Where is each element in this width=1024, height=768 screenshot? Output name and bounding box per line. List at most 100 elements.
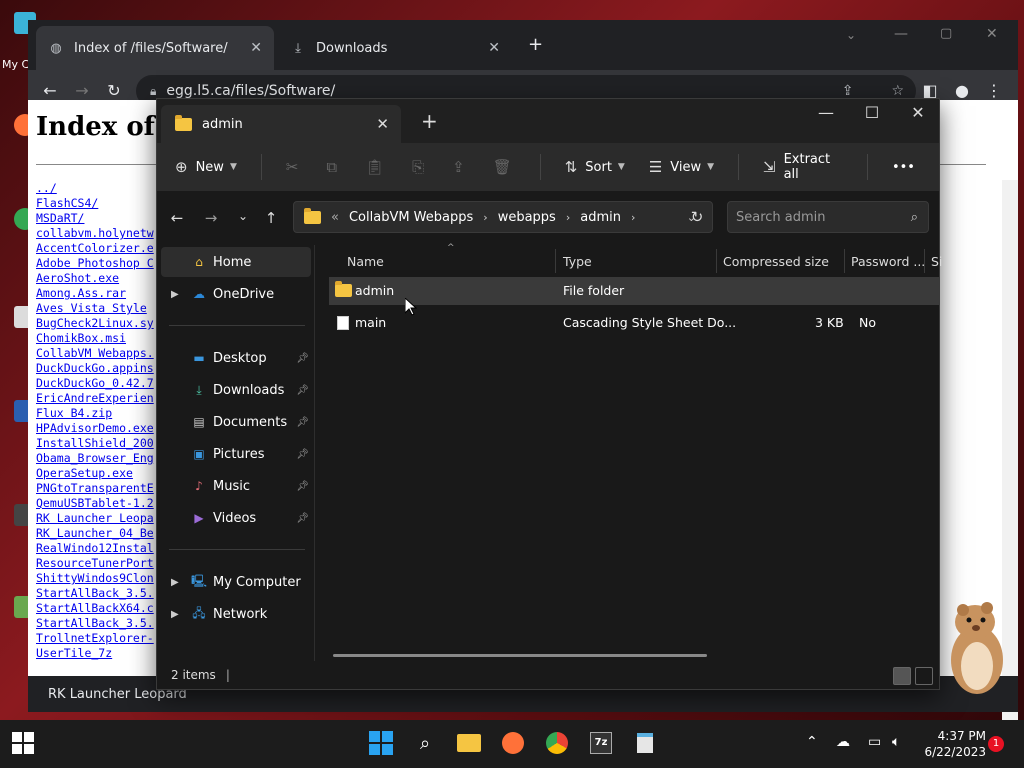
star-icon[interactable]: ☆ bbox=[891, 83, 904, 99]
maximize-icon[interactable]: ☐ bbox=[857, 103, 887, 122]
chevron-right-icon[interactable]: ▶ bbox=[171, 577, 179, 588]
file-link[interactable]: RK_Launcher_04_Be bbox=[36, 526, 154, 541]
chevron-right-icon[interactable]: ▶ bbox=[171, 289, 179, 300]
file-link[interactable]: ChomikBox.msi bbox=[36, 331, 154, 346]
firefox-icon[interactable] bbox=[500, 730, 526, 756]
file-link[interactable]: UserTile_7z bbox=[36, 646, 154, 661]
chevron-right-icon[interactable]: ▶ bbox=[171, 609, 179, 620]
list-item[interactable]: admin File folder bbox=[329, 277, 939, 305]
file-link[interactable]: Among.Ass.rar bbox=[36, 286, 154, 301]
file-link[interactable]: RealWindo12Instal bbox=[36, 541, 154, 556]
column-type[interactable]: Type bbox=[563, 254, 592, 269]
windows-start-icon[interactable] bbox=[10, 730, 36, 756]
chevron-up-icon[interactable]: ⌃ bbox=[806, 734, 818, 750]
file-link[interactable]: Adobe Photoshop C bbox=[36, 256, 154, 271]
file-link[interactable]: RK Launcher Leopa bbox=[36, 511, 154, 526]
divider[interactable] bbox=[844, 249, 845, 273]
file-link[interactable]: StartAllBack_3.5. bbox=[36, 586, 154, 601]
divider[interactable] bbox=[924, 249, 925, 273]
file-link[interactable]: Flux B4.zip bbox=[36, 406, 154, 421]
desktop-icon-hu[interactable] bbox=[0, 400, 36, 424]
file-link[interactable]: collabvm.holynetw bbox=[36, 226, 154, 241]
notification-badge[interactable]: 1 bbox=[988, 736, 1004, 752]
nav-item-home[interactable]: ⌂ Home bbox=[161, 247, 311, 277]
view-button[interactable]: ☰ View ▼ bbox=[649, 158, 714, 176]
share-icon[interactable]: ⇪ bbox=[452, 158, 465, 176]
up-icon[interactable]: ↑ bbox=[261, 209, 281, 227]
minimize-icon[interactable]: — bbox=[811, 103, 841, 122]
file-link[interactable]: Obama_Browser_Eng bbox=[36, 451, 154, 466]
file-link[interactable]: Aves Vista Style bbox=[36, 301, 154, 316]
7zip-icon[interactable]: 7z bbox=[588, 730, 614, 756]
forward-icon[interactable]: → bbox=[72, 81, 92, 100]
file-link[interactable]: DuckDuckGo_0.42.7 bbox=[36, 376, 154, 391]
share-icon[interactable]: ⇪ bbox=[842, 83, 854, 99]
paste-icon[interactable]: 📋︎ bbox=[365, 158, 384, 176]
column-password[interactable]: Password ... bbox=[851, 254, 925, 269]
close-icon[interactable]: ✕ bbox=[250, 40, 262, 56]
file-link[interactable]: AeroShot.exe bbox=[36, 271, 154, 286]
column-compressed-size[interactable]: Compressed size bbox=[723, 254, 829, 269]
reload-icon[interactable]: ↻ bbox=[104, 81, 124, 100]
nav-item-onedrive[interactable]: ▶ ☁ OneDrive bbox=[161, 279, 311, 309]
chrome-icon[interactable] bbox=[544, 730, 570, 756]
new-button[interactable]: ⊕ New ▼ bbox=[175, 158, 237, 176]
breadcrumb-item[interactable]: webapps bbox=[498, 210, 556, 225]
file-link[interactable]: StartAllBackX64.c bbox=[36, 601, 154, 616]
desktop-icon-launcher[interactable] bbox=[0, 504, 36, 528]
list-item[interactable]: main Cascading Style Sheet Do... 3 KB No bbox=[329, 309, 939, 337]
breadcrumb[interactable]: « CollabVM Webapps › webapps › admin › ⌄ bbox=[293, 201, 713, 233]
breadcrumb-item[interactable]: admin bbox=[580, 210, 621, 225]
file-link[interactable]: ShittyWindos9Clon bbox=[36, 571, 154, 586]
browser-tab-index[interactable]: ◍ Index of /files/Software/ ✕ bbox=[36, 26, 274, 70]
maximize-icon[interactable]: ▢ bbox=[940, 26, 952, 41]
column-size[interactable]: Si bbox=[931, 254, 942, 269]
file-link[interactable]: PNGtoTransparentE bbox=[36, 481, 154, 496]
sort-button[interactable]: ⇅ Sort ▼ bbox=[565, 158, 625, 176]
divider[interactable] bbox=[555, 249, 556, 273]
close-window-icon[interactable]: ✕ bbox=[903, 103, 933, 122]
search-icon[interactable]: ⌕ bbox=[412, 730, 438, 756]
nav-item-my-computer[interactable]: ▶ 🖳︎ My Computer bbox=[161, 567, 311, 597]
new-tab-icon[interactable]: + bbox=[421, 109, 438, 133]
details-view-icon[interactable] bbox=[893, 667, 911, 685]
notepad-icon[interactable] bbox=[632, 730, 658, 756]
extract-all-button[interactable]: ⇲ Extract all bbox=[763, 152, 843, 182]
close-icon[interactable]: ✕ bbox=[376, 115, 389, 133]
file-link[interactable]: EricAndreExperien bbox=[36, 391, 154, 406]
desktop-icon-my-computer[interactable]: My C bbox=[0, 12, 36, 71]
file-link[interactable]: ../ bbox=[36, 181, 154, 196]
desktop-icon-firefox[interactable] bbox=[0, 114, 36, 138]
close-window-icon[interactable]: ✕ bbox=[986, 26, 998, 42]
more-options-button[interactable]: ••• bbox=[892, 160, 915, 175]
desktop-icon-notepad[interactable] bbox=[0, 306, 36, 330]
nav-item-documents[interactable]: ▤ Documents 📌︎ bbox=[161, 407, 311, 437]
browser-tab-downloads[interactable]: ⤓ Downloads ✕ bbox=[278, 26, 512, 70]
recent-locations-icon[interactable]: ⌄ bbox=[233, 209, 253, 223]
new-tab-icon[interactable]: + bbox=[528, 34, 543, 55]
nav-item-videos[interactable]: ▶ Videos 📌︎ bbox=[161, 503, 311, 533]
network-icon[interactable]: ▭ bbox=[868, 734, 881, 750]
system-clock[interactable]: 4:37 PM 6/22/2023 bbox=[924, 728, 986, 760]
minimize-icon[interactable]: — bbox=[894, 26, 908, 42]
breadcrumb-item[interactable]: CollabVM Webapps bbox=[349, 210, 473, 225]
file-link[interactable]: AccentColorizer.e bbox=[36, 241, 154, 256]
back-icon[interactable]: ← bbox=[167, 209, 187, 227]
nav-item-network[interactable]: ▶ 🖧︎ Network bbox=[161, 599, 311, 629]
close-icon[interactable]: ✕ bbox=[488, 40, 500, 56]
onedrive-offline-icon[interactable]: ☁ bbox=[836, 734, 850, 750]
start-menu-icon[interactable] bbox=[368, 730, 394, 756]
file-link[interactable]: FlashCS4/ bbox=[36, 196, 154, 211]
file-link[interactable]: StartAllBack_3.5. bbox=[36, 616, 154, 631]
column-name[interactable]: Name bbox=[347, 254, 384, 269]
divider[interactable] bbox=[716, 249, 717, 273]
file-link[interactable]: BugCheck2Linux.sy bbox=[36, 316, 154, 331]
cut-icon[interactable]: ✂ bbox=[286, 158, 299, 176]
search-input[interactable]: Search admin ⌕ bbox=[727, 201, 929, 233]
nav-item-downloads[interactable]: ⤓ Downloads 📌︎ bbox=[161, 375, 311, 405]
tiles-view-icon[interactable] bbox=[915, 667, 933, 685]
nav-item-desktop[interactable]: ▬ Desktop 📌︎ bbox=[161, 343, 311, 373]
file-explorer-icon[interactable] bbox=[456, 730, 482, 756]
file-link[interactable]: OperaSetup.exe bbox=[36, 466, 154, 481]
menu-icon[interactable]: ⋮ bbox=[984, 81, 1004, 100]
